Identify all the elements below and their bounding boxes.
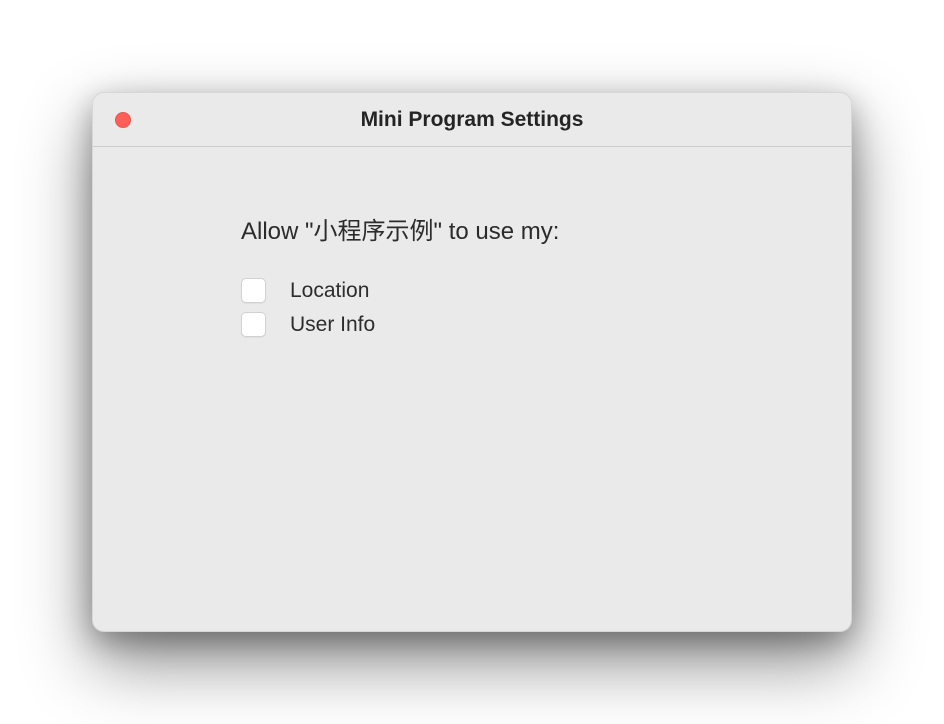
settings-window: Mini Program Settings Allow "小程序示例" to u… [92,92,852,632]
permission-label: User Info [290,313,375,337]
permission-row-location: Location [241,278,703,303]
permission-label: Location [290,279,369,303]
permission-list: Location User Info [241,278,703,337]
checkbox-location[interactable] [241,278,266,303]
content-area: Allow "小程序示例" to use my: Location User I… [93,147,851,631]
close-button[interactable] [115,112,131,128]
window-title: Mini Program Settings [93,108,851,132]
permission-prompt: Allow "小程序示例" to use my: [241,211,703,246]
permission-row-userinfo: User Info [241,312,703,337]
titlebar: Mini Program Settings [93,93,851,147]
checkbox-userinfo[interactable] [241,312,266,337]
